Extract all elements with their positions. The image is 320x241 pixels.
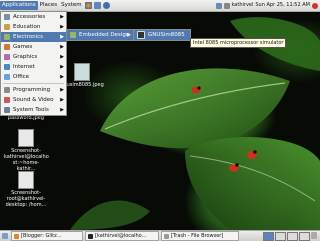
desktop-icon-label: Screenshot-kathirvel@localho st:~home-ka… xyxy=(4,148,49,172)
internet-icon xyxy=(4,64,10,70)
firefox-icon xyxy=(14,233,19,239)
menu-item-label: Graphics xyxy=(13,54,38,60)
menu-item-label: Electronics xyxy=(13,34,43,40)
submenu-arrow-icon: ▶ xyxy=(60,107,64,113)
trash-icon xyxy=(164,233,169,239)
taskbar-item-label: [Trash - File Browser] xyxy=(171,233,224,239)
menu-item-label: Accessories xyxy=(13,14,46,20)
terminal-icon xyxy=(88,233,93,239)
submenu-arrow-icon: ▶ xyxy=(127,32,131,38)
menu-item-embedded-design[interactable]: Embedded Design ▶ xyxy=(67,30,133,40)
applications-menu: Accessories ▶ Education ▶ Electronics ▶ Games ▶… xyxy=(0,11,67,116)
embedded-design-icon xyxy=(70,32,76,38)
workspace-4[interactable] xyxy=(299,231,310,241)
menu-item-sound-video[interactable]: Sound & Video ▶ xyxy=(1,95,66,105)
firefox-launcher-icon[interactable] xyxy=(84,2,92,9)
menu-item-label: Sound & Video xyxy=(13,97,54,103)
games-icon xyxy=(4,44,10,50)
menu-item-label: Games xyxy=(13,44,33,50)
places-menu-button[interactable]: Places xyxy=(38,1,60,10)
tooltip: Intel 8085 microprocessor simulator xyxy=(190,38,287,48)
menu-item-label: Office xyxy=(13,74,30,80)
sound-video-icon xyxy=(4,97,10,103)
menu-item-label: Programming xyxy=(13,87,51,93)
menu-item-graphics[interactable]: Graphics ▶ xyxy=(1,52,66,62)
image-file-icon xyxy=(18,129,34,147)
leaf-lower xyxy=(185,137,320,230)
submenu-arrow-icon: ▶ xyxy=(60,64,64,70)
user-switcher[interactable]: kathirvel xyxy=(232,1,254,10)
system-tray: kathirvel Sun Apr 25, 11:52 AM xyxy=(215,1,318,10)
desktop-icon-screenshot-1[interactable]: Screenshot-kathirvel@localho st:~home-ka… xyxy=(4,129,49,172)
gnusim8085-icon xyxy=(137,31,145,39)
menu-item-label: GNUSim8085 xyxy=(148,32,185,38)
electronics-submenu: Embedded Design ▶ xyxy=(66,29,134,41)
menu-item-programming[interactable]: Programming ▶ xyxy=(1,85,66,95)
show-desktop-icon[interactable] xyxy=(2,233,8,239)
taskbar-item-label: [Blogger: Glitz... xyxy=(21,233,62,239)
bottom-panel: [Blogger: Glitz... [kathirvel@localho...… xyxy=(0,230,320,241)
office-icon xyxy=(4,74,10,80)
submenu-arrow-icon: ▶ xyxy=(60,74,64,80)
menu-item-education[interactable]: Education ▶ xyxy=(1,22,66,32)
workspace-1[interactable] xyxy=(263,231,274,241)
education-icon xyxy=(4,24,10,30)
embedded-design-submenu: GNUSim8085 xyxy=(133,29,191,41)
workspace-switcher xyxy=(262,231,318,241)
menu-separator xyxy=(3,83,64,84)
menu-item-accessories[interactable]: Accessories ▶ xyxy=(1,12,66,22)
electronics-icon xyxy=(4,34,10,40)
menu-item-label: System Tools xyxy=(13,107,49,113)
leaf-bottom-left xyxy=(70,200,150,230)
desktop-icon-screenshot-2[interactable]: Screenshot-root@kathirvel-desktop: /hom.… xyxy=(4,171,48,208)
workspace-2[interactable] xyxy=(275,231,286,241)
submenu-arrow-icon: ▶ xyxy=(60,44,64,50)
workspace-3[interactable] xyxy=(287,231,298,241)
leaf-main xyxy=(100,68,290,149)
menu-item-system-tools[interactable]: System Tools ▶ xyxy=(1,105,66,115)
submenu-arrow-icon: ▶ xyxy=(60,14,64,20)
taskbar-item-label: [kathirvel@localho... xyxy=(95,233,147,239)
image-file-icon xyxy=(74,63,90,81)
menu-item-label: Internet xyxy=(13,64,35,70)
accessories-icon xyxy=(4,14,10,20)
submenu-arrow-icon: ▶ xyxy=(60,24,64,30)
desktop-icon-label: Screenshot-root@kathirvel-desktop: /hom.… xyxy=(5,190,47,208)
system-menu-button[interactable]: System xyxy=(59,1,84,10)
menu-item-label: Embedded Design xyxy=(79,32,130,38)
image-file-icon xyxy=(18,171,34,189)
trash-applet-icon[interactable] xyxy=(311,231,317,239)
menu-item-internet[interactable]: Internet ▶ xyxy=(1,62,66,72)
email-launcher-icon[interactable] xyxy=(93,2,101,9)
help-launcher-icon[interactable] xyxy=(102,2,110,9)
menu-item-label: Education xyxy=(13,24,41,30)
menu-item-office[interactable]: Office ▶ xyxy=(1,72,66,82)
submenu-arrow-icon: ▶ xyxy=(60,97,64,103)
menu-item-games[interactable]: Games ▶ xyxy=(1,42,66,52)
submenu-arrow-icon: ▶ xyxy=(60,87,64,93)
graphics-icon xyxy=(4,54,10,60)
submenu-arrow-icon: ▶ xyxy=(60,34,64,40)
network-icon[interactable] xyxy=(215,2,222,9)
menu-item-electronics[interactable]: Electronics ▶ xyxy=(1,32,66,42)
menu-item-gnusim8085[interactable]: GNUSim8085 xyxy=(134,30,190,40)
volume-icon[interactable] xyxy=(223,2,230,9)
shutdown-icon[interactable] xyxy=(312,2,318,9)
programming-icon xyxy=(4,87,10,93)
system-tools-icon xyxy=(4,107,10,113)
clock[interactable]: Sun Apr 25, 11:52 AM xyxy=(255,1,310,10)
submenu-arrow-icon: ▶ xyxy=(60,54,64,60)
applications-menu-button[interactable]: Applications xyxy=(0,1,38,10)
